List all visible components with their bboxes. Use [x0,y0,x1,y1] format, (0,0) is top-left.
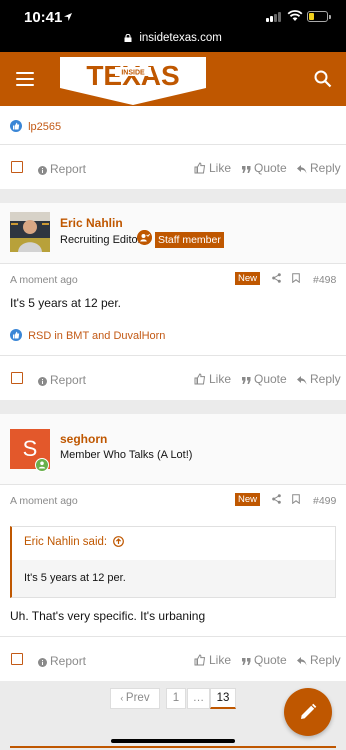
like-button[interactable]: Like [194,372,231,386]
reply-arrow-icon [297,165,307,174]
quote-text: It's 5 years at 12 per. [12,560,335,597]
staff-person-icon [137,230,152,245]
reply-button[interactable]: Reply [297,161,341,175]
quoted-message: Eric Nahlin said: It's 5 years at 12 per… [10,526,336,598]
battery-icon [307,11,331,22]
thumbs-up-icon [194,654,206,666]
post-author: Eric Nahlin Recruiting Editor Staff memb… [0,203,346,263]
home-indicator [111,739,235,743]
reaction-list[interactable]: RSD in BMT and DuvalHorn [0,325,346,355]
post-actions: Report Like Quote Reply [0,355,346,400]
quote-header[interactable]: Eric Nahlin said: [12,527,335,560]
arrow-up-circle-icon[interactable] [113,536,125,547]
post-timestamp[interactable]: A moment ago [10,495,78,507]
address-bar[interactable]: insidetexas.com [0,32,346,52]
like-button[interactable]: Like [194,161,231,175]
reply-button[interactable]: Reply [297,653,341,667]
post-actions: Report Like Quote Reply [0,144,346,189]
quote-icon [242,166,251,173]
report-button[interactable]: Report [38,373,86,387]
page-jump-ellipsis[interactable]: … [187,688,210,709]
current-page[interactable]: 13 [210,688,236,709]
reply-button[interactable]: Reply [297,372,341,386]
report-button[interactable]: Report [38,162,86,176]
online-status-icon [35,458,49,472]
prev-page-button[interactable]: ‹ Prev [110,688,160,709]
site-header: TEXAS INSIDE [0,52,346,106]
select-post-checkbox[interactable] [11,161,23,173]
post-number[interactable]: #499 [313,495,336,507]
quote-icon [242,377,251,384]
info-icon [38,377,47,386]
pencil-icon [301,703,317,719]
thumbs-up-icon [194,373,206,385]
site-logo[interactable]: TEXAS INSIDE [58,55,208,107]
post-actions: Report Like Quote Reply [0,636,346,681]
previous-post: lp2565 Report Like Quote Reply [0,106,346,189]
select-post-checkbox[interactable] [11,372,23,384]
author-name[interactable]: Eric Nahlin [60,216,123,230]
post-499: S seghorn Member Who Talks (A Lot!) A mo… [0,414,346,681]
quote-button[interactable]: Quote [242,372,287,386]
report-button[interactable]: Report [38,654,86,668]
quote-button[interactable]: Quote [242,161,287,175]
hamburger-menu-icon[interactable] [16,72,34,86]
new-badge: New [235,493,261,506]
post-meta: A moment ago New #498 [0,263,346,291]
post-timestamp[interactable]: A moment ago [10,274,78,286]
like-reaction-icon [10,329,22,341]
lock-icon [124,34,132,42]
status-bar: 10:41 [0,0,346,32]
quote-button[interactable]: Quote [242,653,287,667]
select-post-checkbox[interactable] [11,653,23,665]
reaction-users[interactable]: RSD in BMT and DuvalHorn [28,330,165,342]
avatar[interactable] [10,212,50,252]
post-number[interactable]: #498 [313,274,336,286]
author-name[interactable]: seghorn [60,432,107,446]
post-body: Uh. That's very specific. It's urbaning [10,609,206,623]
share-icon[interactable] [272,273,281,283]
user-title: Member Who Talks (A Lot!) [60,449,193,461]
compose-reply-button[interactable] [284,688,332,736]
user-title: Recruiting Editor [60,234,142,246]
search-icon[interactable] [314,70,332,88]
post-author: S seghorn Member Who Talks (A Lot!) [0,414,346,484]
wifi-icon [287,10,303,21]
post-meta: A moment ago New #499 [0,484,346,512]
post-body: It's 5 years at 12 per. [10,296,122,310]
thread-content: lp2565 Report Like Quote Reply Eric Nahl… [0,106,346,681]
like-button[interactable]: Like [194,653,231,667]
thumbs-up-icon [194,162,206,174]
post-498: Eric Nahlin Recruiting Editor Staff memb… [0,203,346,400]
location-arrow-icon [64,13,72,21]
quote-icon [242,658,251,665]
reaction-users[interactable]: lp2565 [28,121,61,133]
reaction-list[interactable]: lp2565 [0,106,346,144]
bookmark-icon[interactable] [292,273,300,283]
reply-arrow-icon [297,657,307,666]
quote-author[interactable]: Eric Nahlin said: [24,536,107,548]
reply-arrow-icon [297,376,307,385]
info-icon [38,658,47,667]
staff-member-badge: Staff member [155,232,224,248]
logo-subtitle: INSIDE [121,70,145,77]
like-reaction-icon [10,120,22,132]
footer-divider [10,746,336,748]
status-time: 10:41 [24,9,63,26]
share-icon[interactable] [272,494,281,504]
page-1-link[interactable]: 1 [166,688,186,709]
new-badge: New [235,272,261,285]
info-icon [38,166,47,175]
bookmark-icon[interactable] [292,494,300,504]
url-text: insidetexas.com [139,32,222,44]
